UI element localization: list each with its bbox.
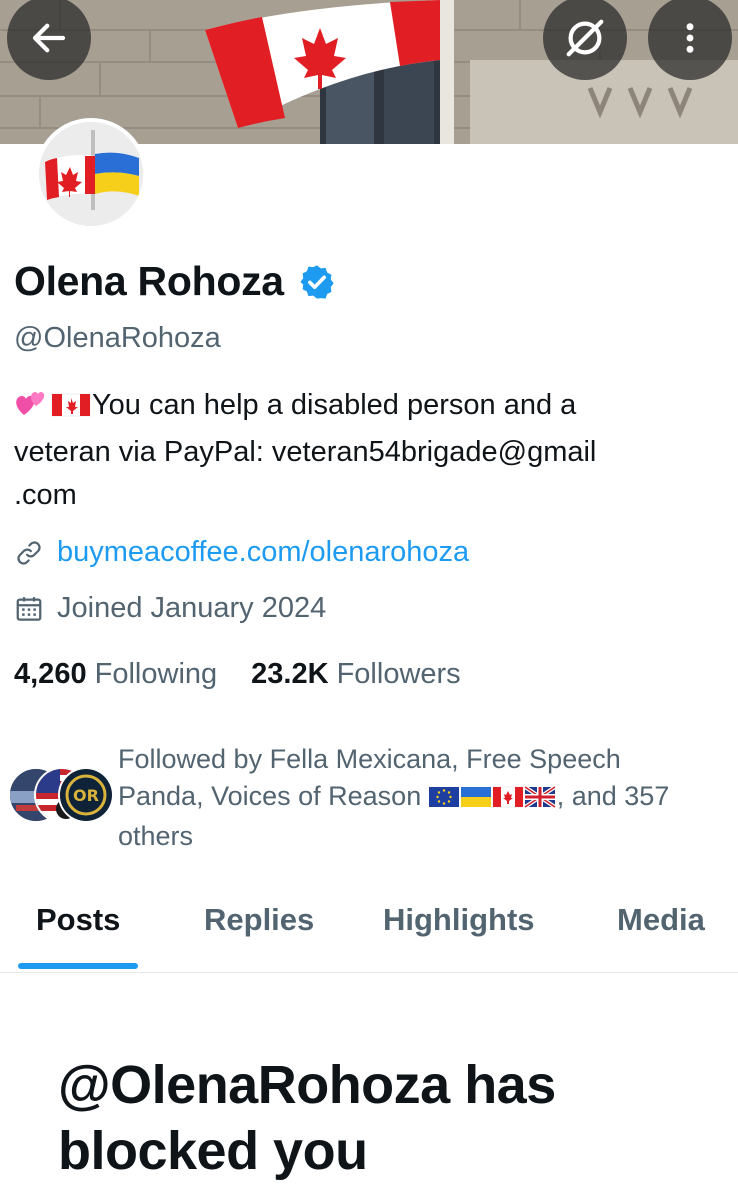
tab-media[interactable]: Media [617, 902, 705, 938]
svg-text:OR: OR [73, 786, 99, 805]
following-count: 4,260 [14, 658, 87, 690]
followed-by-line-2b: , and 357 [556, 781, 670, 811]
back-button[interactable] [7, 0, 91, 80]
profile-link-row: buymeacoffee.com/olenarohoza [14, 536, 469, 569]
grok-button[interactable] [543, 0, 627, 80]
display-name: Olena Rohoza [14, 258, 284, 304]
blocked-message-line-2: blocked you [58, 1121, 368, 1181]
bio-line-3: .com [14, 479, 77, 511]
bio-line-1: You can help a disabled person and a [92, 389, 577, 421]
profile-website-link[interactable]: buymeacoffee.com/olenarohoza [57, 536, 469, 569]
verified-badge-icon[interactable] [298, 263, 336, 301]
tab-highlights[interactable]: Highlights [383, 902, 535, 938]
followed-by-avatars[interactable]: OR [8, 767, 114, 823]
arrow-left-icon [32, 23, 66, 53]
followers-stat[interactable]: 23.2K Followers [251, 658, 461, 691]
avatar-image [39, 122, 143, 226]
more-button[interactable] [648, 0, 732, 80]
profile-bio: You can help a disabled person and a vet… [14, 384, 714, 517]
tab-replies[interactable]: Replies [204, 902, 314, 938]
followed-by-text[interactable]: Followed by Fella Mexicana, Free Speech … [118, 741, 718, 855]
eu-ukraine-canada-uk-flags-icon [428, 785, 556, 809]
follower-avatar: OR [58, 767, 114, 823]
following-label: Following [94, 658, 218, 690]
more-vertical-icon [686, 23, 694, 53]
profile-join-row: Joined January 2024 [14, 592, 326, 625]
profile-stats: 4,260 Following 23.2K Followers [14, 658, 495, 691]
profile-handle: @OlenaRohoza [14, 322, 221, 354]
followed-by-line-3: others [118, 821, 194, 851]
followers-count: 23.2K [251, 658, 329, 690]
followed-by-line-2a: Panda, Voices of Reason [118, 781, 422, 811]
tab-posts[interactable]: Posts [36, 902, 120, 938]
heart-canada-flag-icon [16, 392, 91, 417]
active-tab-indicator [18, 963, 138, 969]
grok-icon [566, 19, 604, 57]
calendar-icon [16, 596, 42, 621]
link-icon [17, 540, 41, 565]
followers-label: Followers [336, 658, 461, 690]
blocked-message-line-1: @OlenaRohoza has [58, 1055, 556, 1115]
blocked-message: @OlenaRohoza has blocked you [58, 1052, 718, 1184]
bio-emojis [14, 388, 92, 431]
profile-tabs: Posts Replies Highlights Media [0, 890, 738, 973]
followed-by-line-1: Followed by Fella Mexicana, Free Speech [118, 744, 621, 774]
profile-avatar[interactable] [35, 118, 147, 230]
joined-date: Joined January 2024 [57, 592, 327, 624]
flags-emoji [428, 781, 557, 818]
bio-line-2: veteran via PayPal: veteran54brigade@gma… [14, 436, 597, 468]
following-stat[interactable]: 4,260 Following [14, 658, 217, 691]
